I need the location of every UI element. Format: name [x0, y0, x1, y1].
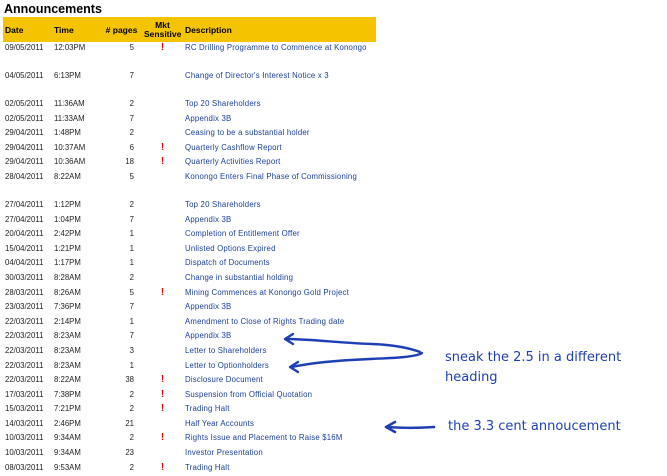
arrow-rights-issue: [385, 425, 436, 430]
annotation-note-sneak: sneak the 2.5 in a different: [445, 350, 622, 365]
handwritten-annotations: [283, 332, 436, 434]
annotation-note-heading: heading: [445, 370, 498, 385]
arrow-letter-to-shareholders: [284, 337, 422, 354]
arrow-disclosure-document: [290, 351, 424, 369]
annotation-note-3-3-cent: the 3.3 cent annoucement: [448, 419, 621, 434]
